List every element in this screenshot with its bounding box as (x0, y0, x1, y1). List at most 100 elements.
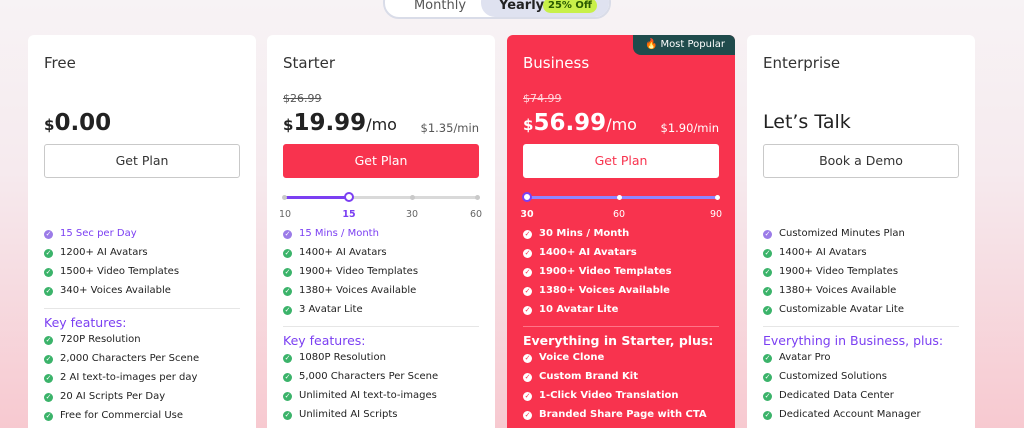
check-circle-icon: ✓ (44, 393, 53, 402)
monthly-option[interactable]: Monthly (395, 0, 485, 13)
divider (763, 326, 959, 327)
feature-item: ✓ 1380+ Voices Available (283, 285, 417, 296)
check-circle-icon: ✓ (44, 336, 53, 345)
key-feature-item: ✓ 1-Click Video Translation (523, 390, 679, 401)
feature-item: ✓ 3 Avatar Lite (283, 304, 363, 315)
book-demo-button[interactable]: Book a Demo (763, 144, 959, 178)
check-circle-icon: ✓ (283, 354, 292, 363)
key-feature-item: ✓ Avatar Pro (763, 352, 831, 363)
check-circle-icon: ✓ (763, 392, 772, 401)
slider-stop[interactable] (475, 195, 480, 200)
section-title: Everything in Starter, plus: (523, 333, 714, 348)
plan-name: Starter (283, 54, 336, 72)
key-feature-item: ✓ Voice Clone (523, 352, 605, 363)
check-circle-icon: ✓ (283, 306, 292, 315)
plan-name: Business (523, 54, 590, 72)
slider-stop[interactable] (282, 195, 287, 200)
slider-tick-selected: 30 (520, 209, 534, 220)
check-circle-icon: ✓ (763, 306, 772, 315)
plan-price-text: Let’s Talk (763, 111, 851, 133)
check-circle-icon: ✓ (283, 230, 292, 239)
feature-item: ✓ 1900+ Video Templates (763, 266, 899, 277)
slider-stop[interactable] (715, 195, 720, 200)
slider-tick: 90 (709, 209, 723, 220)
key-feature-item: ✓ Customized Solutions (763, 371, 887, 382)
slider-tick: 30 (405, 209, 419, 220)
check-circle-icon: ✓ (523, 230, 532, 239)
original-price: $74.99 (523, 92, 562, 105)
key-feature-item: ✓ Custom Brand Kit (523, 371, 638, 382)
price-per-minute: $1.90/min (660, 121, 719, 135)
feature-item: ✓ 1380+ Voices Available (523, 285, 670, 296)
check-circle-icon: ✓ (44, 412, 53, 421)
slider-handle[interactable] (522, 192, 532, 202)
section-title: Everything in Business, plus: (763, 333, 944, 348)
minutes-slider[interactable]: 10 15 30 60 (279, 192, 482, 220)
feature-item: ✓ 1380+ Voices Available (763, 285, 897, 296)
check-circle-icon: ✓ (44, 374, 53, 383)
check-circle-icon: ✓ (763, 354, 772, 363)
key-feature-item: ✓ 1080P Resolution (283, 352, 386, 363)
key-feature-item: ✓ Dedicated Account Manager (763, 409, 921, 420)
price-period: /mo (366, 115, 397, 134)
slider-handle[interactable] (344, 192, 354, 202)
price-per-minute: $1.35/min (420, 121, 479, 135)
check-circle-icon: ✓ (523, 392, 532, 401)
section-title: Key features: (283, 333, 366, 348)
feature-item: ✓ 1400+ AI Avatars (283, 247, 387, 258)
section-title: Key features: (44, 315, 127, 330)
price-value: 56.99 (533, 110, 607, 136)
plan-name: Enterprise (763, 54, 841, 72)
check-circle-icon: ✓ (44, 268, 53, 277)
feature-item: ✓ 10 Avatar Lite (523, 304, 619, 315)
check-circle-icon: ✓ (283, 392, 292, 401)
check-circle-icon: ✓ (44, 287, 53, 296)
most-popular-badge: 🔥 Most Popular (632, 35, 735, 55)
plan-price: $19.99/mo (283, 110, 397, 136)
feature-item: ✓ 1900+ Video Templates (523, 266, 672, 277)
check-circle-icon: ✓ (283, 249, 292, 258)
plan-name: Free (44, 54, 76, 72)
check-circle-icon: ✓ (283, 411, 292, 420)
divider (44, 308, 240, 309)
slider-tick: 60 (469, 209, 483, 220)
key-feature-item: ✓ 2,000 Characters Per Scene (44, 353, 200, 364)
feature-item: ✓ 1200+ AI Avatars (44, 247, 148, 258)
key-feature-item: ✓ 5,000 Characters Per Scene (283, 371, 439, 382)
get-plan-button[interactable]: Get Plan (523, 144, 719, 178)
check-circle-icon: ✓ (283, 287, 292, 296)
minutes-slider[interactable]: 30 60 90 (520, 192, 722, 220)
key-feature-item: ✓ Dedicated Data Center (763, 390, 894, 401)
check-circle-icon: ✓ (44, 355, 53, 364)
check-circle-icon: ✓ (523, 249, 532, 258)
check-circle-icon: ✓ (763, 268, 772, 277)
currency-symbol: $ (283, 116, 294, 134)
feature-item: ✓ Customized Minutes Plan (763, 228, 905, 239)
check-circle-icon: ✓ (523, 287, 532, 296)
check-circle-icon: ✓ (523, 306, 532, 315)
slider-tick: 60 (612, 209, 626, 220)
yearly-option[interactable]: Yearly 25% Off (481, 0, 609, 17)
plan-price: $56.99/mo (523, 110, 637, 136)
check-circle-icon: ✓ (283, 268, 292, 277)
get-plan-button[interactable]: Get Plan (283, 144, 479, 178)
price-value: 19.99 (293, 110, 367, 136)
flame-icon: 🔥 (644, 39, 658, 50)
get-plan-button[interactable]: Get Plan (44, 144, 240, 178)
plan-card-enterprise: Enterprise Let’s Talk Book a Demo ✓ Custo… (747, 35, 975, 428)
slider-stop[interactable] (410, 195, 415, 200)
plan-card-business: 🔥 Most Popular Business $74.99 $56.99/mo … (507, 35, 735, 428)
discount-badge: 25% Off (543, 0, 598, 13)
feature-item: ✓ 1400+ AI Avatars (523, 247, 637, 258)
check-circle-icon: ✓ (44, 230, 53, 239)
slider-stop[interactable] (617, 195, 622, 200)
check-circle-icon: ✓ (763, 230, 772, 239)
divider (283, 326, 479, 327)
feature-item: ✓ 30 Mins / Month (523, 228, 630, 239)
check-circle-icon: ✓ (763, 287, 772, 296)
check-circle-icon: ✓ (523, 354, 532, 363)
feature-item: ✓ 15 Mins / Month (283, 228, 379, 239)
yearly-label: Yearly (499, 0, 545, 13)
billing-toggle: Monthly Yearly 25% Off (383, 0, 611, 19)
key-feature-item: ✓ 720P Resolution (44, 334, 141, 345)
